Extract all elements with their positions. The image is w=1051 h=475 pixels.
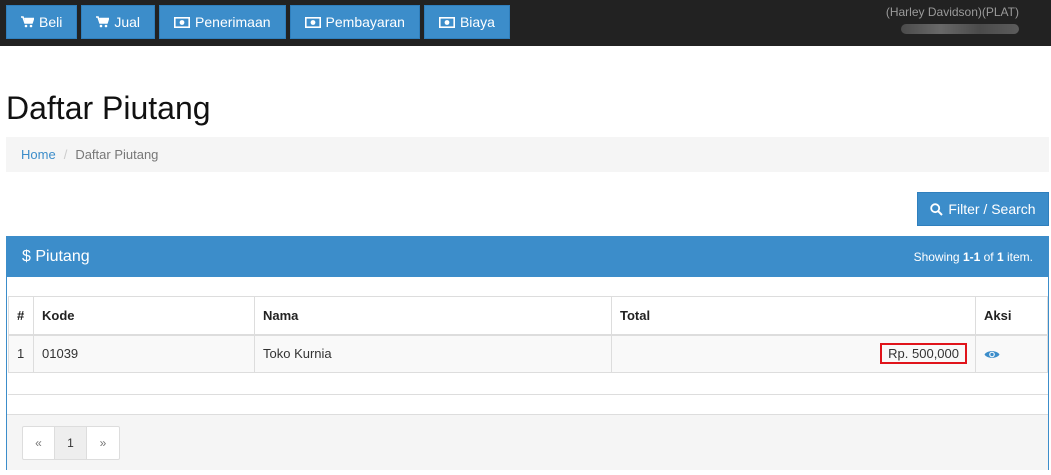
money-icon [304, 16, 321, 28]
user-email-redacted [901, 24, 1019, 34]
summary-range: 1-1 [962, 250, 981, 264]
nav-penerimaan-label: Penerimaan [195, 14, 271, 30]
breadcrumb-separator: / [63, 147, 68, 162]
top-navbar: Beli Jual Penerimaan Pembayaran Biaya (H… [0, 0, 1051, 46]
pagination-prev[interactable]: « [23, 427, 55, 459]
summary-mid: of [980, 250, 997, 264]
nav-jual-button[interactable]: Jual [81, 5, 156, 39]
row-kode: 01039 [33, 334, 255, 373]
search-icon [930, 202, 944, 216]
user-name: (Harley Davidson)(PLAT) [885, 5, 1019, 19]
cart-icon [96, 16, 110, 28]
filter-search-label: Filter / Search [948, 201, 1036, 217]
breadcrumb: Home / Daftar Piutang [6, 137, 1049, 172]
breadcrumb-home-link[interactable]: Home [21, 147, 56, 162]
cart-icon [21, 16, 34, 28]
piutang-table: # Kode Nama Total Aksi 1 01039 Toko Kurn… [8, 296, 1048, 373]
pagination-next[interactable]: » [87, 427, 119, 459]
nav-pembayaran-label: Pembayaran [325, 14, 405, 30]
money-icon [174, 16, 191, 28]
panel-header: $ Piutang Showing 1-1 of 1 item. [7, 237, 1048, 277]
row-total-cell: Rp. 500,000 [611, 334, 976, 373]
results-summary: Showing 1-1 of 1 item. [914, 250, 1033, 264]
table-header-row: # Kode Nama Total Aksi [8, 296, 1048, 336]
pagination-page-1[interactable]: 1 [55, 427, 87, 459]
pagination: « 1 » [22, 426, 120, 460]
row-actions [975, 334, 1048, 373]
user-menu[interactable]: (Harley Davidson)(PLAT) [886, 5, 1019, 34]
summary-prefix: Showing [913, 250, 963, 264]
header-aksi: Aksi [975, 296, 1048, 336]
nav-jual-label: Jual [114, 14, 141, 30]
nav-biaya-label: Biaya [459, 14, 495, 30]
panel-title: $ Piutang [22, 248, 90, 265]
header-total[interactable]: Total [611, 296, 976, 336]
nav-biaya-button[interactable]: Biaya [423, 5, 510, 39]
panel-footer: « 1 » [7, 414, 1048, 470]
filter-search-button[interactable]: Filter / Search [917, 192, 1049, 226]
piutang-panel: $ Piutang Showing 1-1 of 1 item. # Kode … [6, 236, 1049, 470]
header-number: # [8, 296, 34, 336]
row-number: 1 [8, 334, 34, 373]
row-total-value: Rp. 500,000 [880, 343, 967, 365]
eye-icon[interactable] [984, 349, 1000, 360]
table-divider [8, 394, 1048, 395]
nav-pembayaran-button[interactable]: Pembayaran [289, 5, 420, 39]
page-title: Daftar Piutang [6, 90, 211, 126]
nav-penerimaan-button[interactable]: Penerimaan [159, 5, 286, 39]
summary-total: 1 [996, 250, 1004, 264]
nav-beli-button[interactable]: Beli [6, 5, 78, 39]
header-kode[interactable]: Kode [33, 296, 255, 336]
nav-beli-label: Beli [39, 14, 63, 30]
table-row: 1 01039 Toko Kurnia Rp. 500,000 [8, 334, 1048, 373]
money-icon [438, 16, 455, 28]
header-nama[interactable]: Nama [254, 296, 612, 336]
row-nama: Toko Kurnia [254, 334, 612, 373]
main-nav: Beli Jual Penerimaan Pembayaran Biaya [6, 5, 510, 39]
breadcrumb-current: Daftar Piutang [75, 147, 159, 162]
summary-suffix: item. [1003, 250, 1033, 264]
